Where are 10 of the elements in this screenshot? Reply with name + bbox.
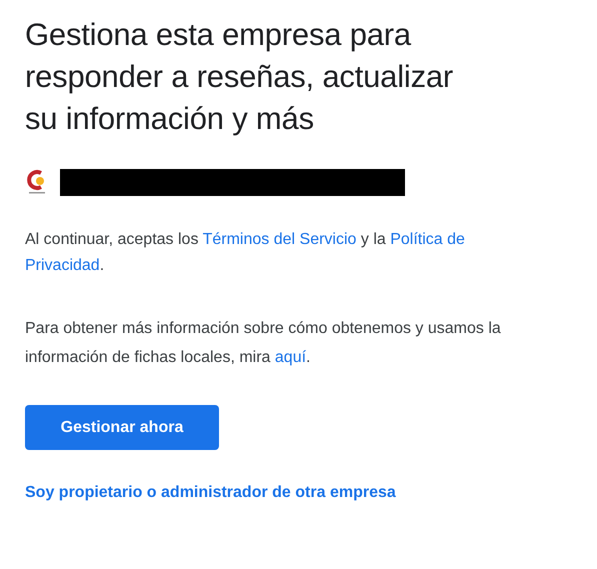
info-text: Para obtener más información sobre cómo obtenemos y usamos la información de fichas locales, mira aquí.: [25, 319, 502, 368]
link[interactable]: aquí: [274, 349, 306, 366]
link[interactable]: Política de: [390, 231, 465, 248]
other-business-link[interactable]: Soy propietario o administrador de otra empresa: [25, 484, 396, 501]
terms-text: Al continuar, aceptas los Términos del Servicio y la Política de Privacidad.: [25, 230, 466, 276]
heading: Gestiona esta empresa para responder a reseñas, actualizar su información y más: [25, 16, 454, 138]
link[interactable]: Términos del Servicio: [202, 231, 356, 248]
logo-icon: [26, 169, 48, 195]
manage-now-button[interactable]: Gestionar ahora: [25, 405, 219, 450]
link[interactable]: Privacidad: [25, 257, 100, 274]
